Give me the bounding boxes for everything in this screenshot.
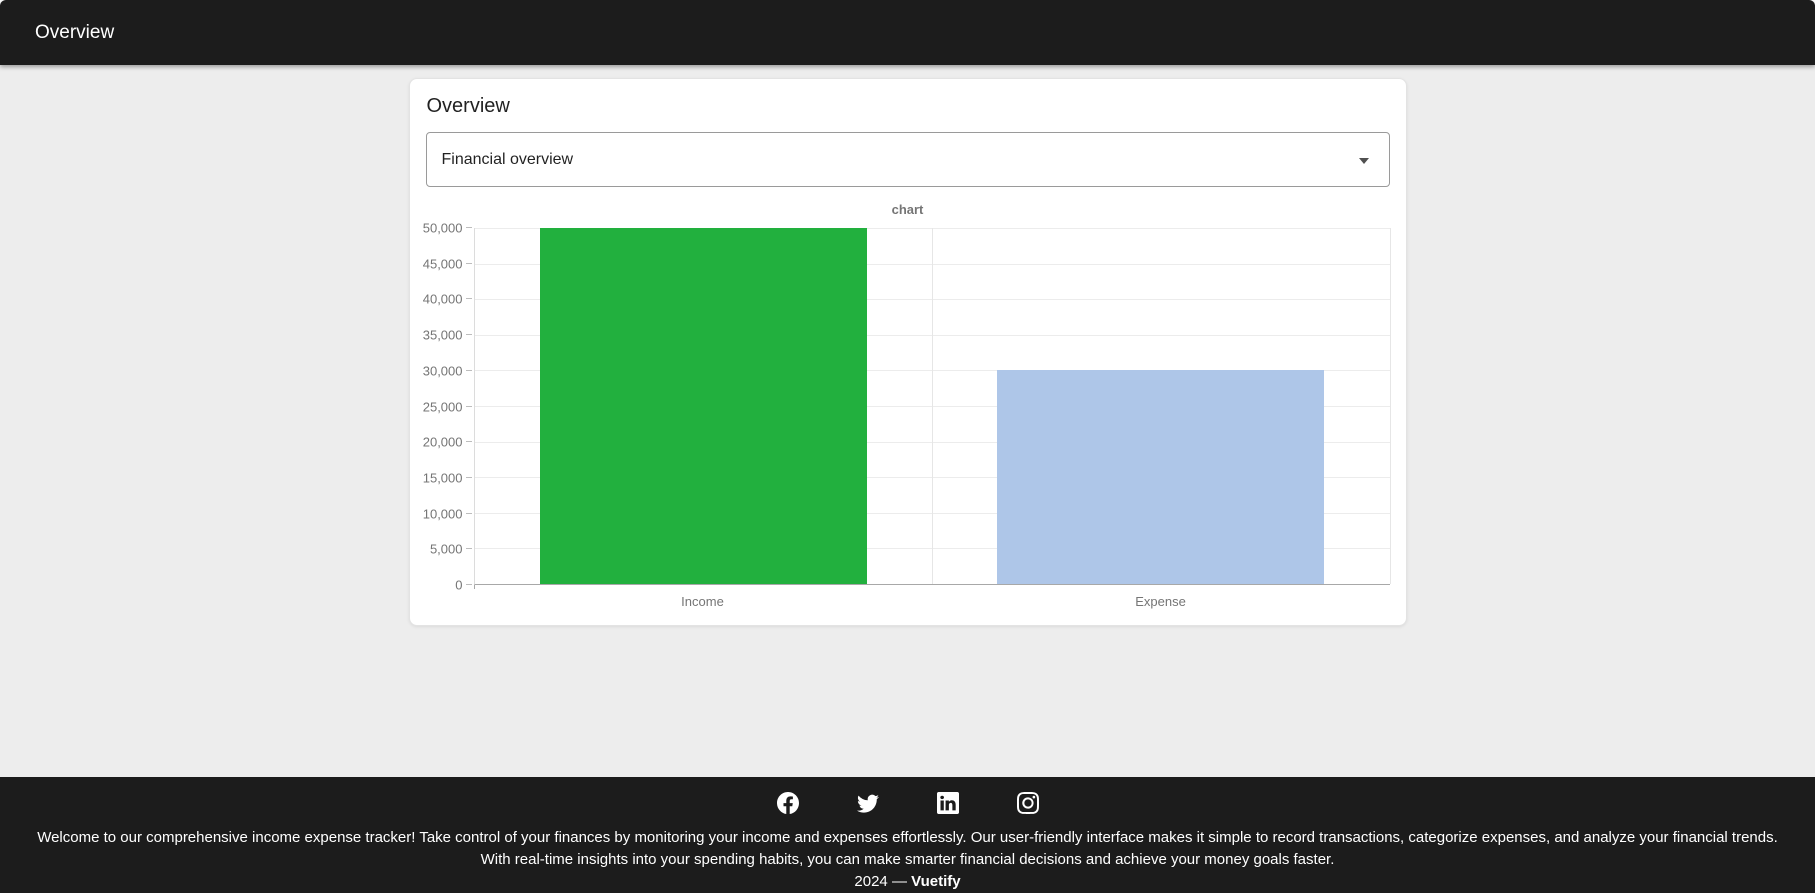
card-title: Overview xyxy=(426,95,510,117)
financial-overview-select[interactable]: Financial overview xyxy=(425,132,1390,187)
x-axis-label-income: Income xyxy=(681,594,724,609)
y-tick-label: 45,000 xyxy=(422,256,463,272)
brand-name: Vuetify xyxy=(911,873,961,890)
bar-income[interactable] xyxy=(539,228,867,584)
y-tick-label: 10,000 xyxy=(422,506,463,522)
footer: Welcome to our comprehensive income expe… xyxy=(0,777,1815,893)
footer-copyright: 2024 — Vuetify xyxy=(36,871,1779,893)
y-tick-mark xyxy=(465,548,472,550)
chart-y-axis: 0 5,000 10,000 15,000 20,000 25,000 30,000 35,0… xyxy=(422,221,474,593)
facebook-icon xyxy=(776,792,799,814)
y-tick-mark xyxy=(465,227,472,228)
y-tick-label: 20,000 xyxy=(422,434,463,450)
y-tick-label: 0 xyxy=(455,577,463,593)
social-links-row xyxy=(36,783,1779,823)
y-tick-mark xyxy=(465,405,472,407)
y-tick-mark xyxy=(465,334,472,336)
chart-x-labels: Income Expense xyxy=(474,585,1390,609)
y-tick-mark xyxy=(465,369,472,371)
y-tick-mark xyxy=(465,584,472,585)
chart-plot-column: Income Expense xyxy=(473,228,1391,609)
linkedin-link[interactable] xyxy=(936,791,960,815)
y-tick-mark xyxy=(465,298,472,300)
y-tick-label: 50,000 xyxy=(422,220,463,236)
copyright-year: 2024 — xyxy=(854,873,912,890)
overview-card: Overview Financial overview chart 0 5,000… xyxy=(408,78,1407,626)
y-tick-label: 5,000 xyxy=(429,541,463,557)
linkedin-icon xyxy=(936,792,959,814)
twitter-link[interactable] xyxy=(856,791,880,815)
y-tick-mark xyxy=(465,476,472,478)
select-value: Financial overview xyxy=(441,150,574,168)
y-tick-label: 30,000 xyxy=(422,363,463,379)
y-tick-label: 40,000 xyxy=(422,291,463,307)
facebook-link[interactable] xyxy=(776,791,800,815)
y-tick-label: 35,000 xyxy=(422,327,463,343)
footer-description: Welcome to our comprehensive income expe… xyxy=(37,829,1778,868)
chart-plot xyxy=(473,228,1391,589)
chart-body: 0 5,000 10,000 15,000 20,000 25,000 30,000 35,0… xyxy=(422,221,1391,609)
bar-cell-income xyxy=(475,228,933,584)
y-tick-mark xyxy=(465,262,472,264)
twitter-icon xyxy=(856,794,879,813)
app-bar-title: Overview xyxy=(35,21,115,43)
instagram-link[interactable] xyxy=(1016,791,1040,815)
instagram-icon xyxy=(1016,792,1039,814)
bar-cell-expense xyxy=(932,228,1390,584)
y-tick-label: 15,000 xyxy=(422,470,463,486)
bars-layer xyxy=(475,228,1390,584)
y-tick-mark xyxy=(465,512,472,514)
y-tick-label: 25,000 xyxy=(422,399,463,414)
bar-expense[interactable] xyxy=(997,370,1325,584)
app-bar: Overview xyxy=(0,0,1815,65)
vertical-gridline xyxy=(1389,228,1391,584)
y-tick-mark xyxy=(465,441,472,443)
bar-chart: chart 0 5,000 10,000 15,000 20,000 25,000 30,0… xyxy=(422,200,1391,609)
chart-title: chart xyxy=(891,202,924,217)
main-content: Overview Financial overview chart 0 5,000… xyxy=(0,65,1815,777)
menu-down-icon xyxy=(1358,157,1369,164)
x-axis-label-expense: Expense xyxy=(1135,594,1186,609)
